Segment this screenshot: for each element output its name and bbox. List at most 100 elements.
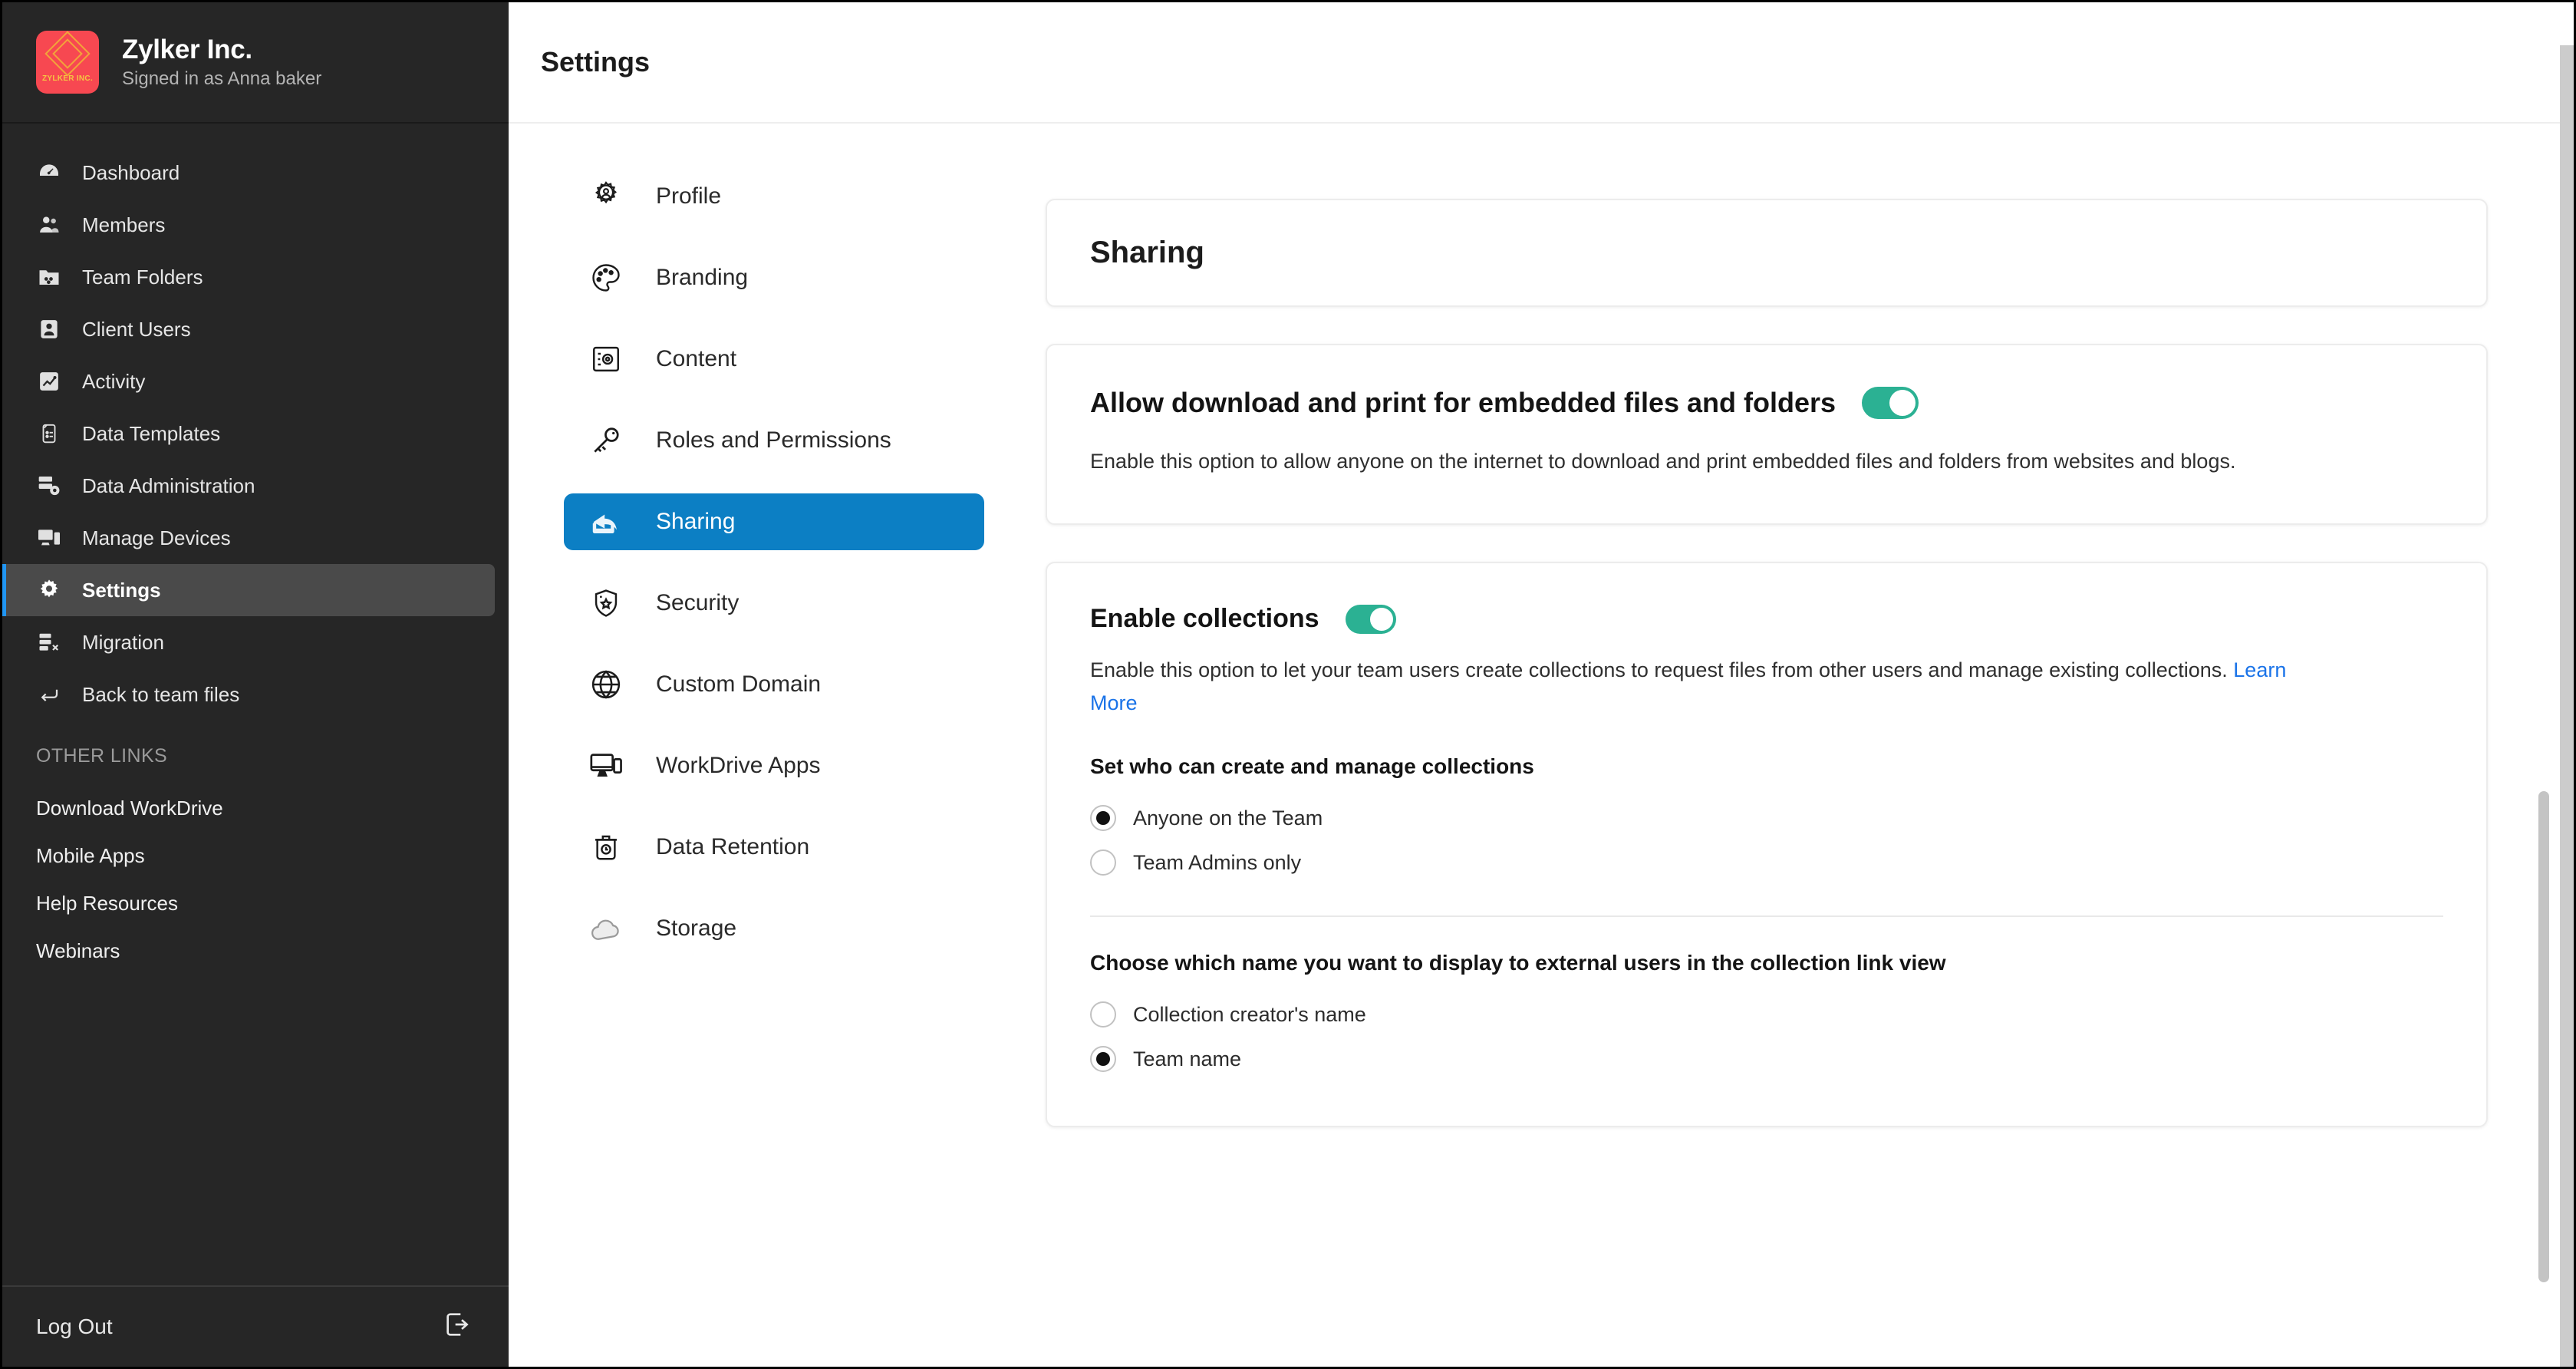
collections-description-text: Enable this option to let your team user…: [1090, 658, 2234, 681]
link-label: Help Resources: [36, 891, 178, 915]
sidebar-item-label: Migration: [82, 630, 164, 654]
main-sidebar: ZYLKER INC. Zylker Inc. Signed in as Ann…: [2, 2, 509, 1367]
client-users-icon: [36, 316, 62, 342]
activity-icon: [36, 368, 62, 394]
settings-tab-branding[interactable]: Branding: [564, 249, 984, 306]
radio-anyone-on-the-team[interactable]: Anyone on the Team: [1090, 796, 2443, 840]
sidebar-item-data-templates[interactable]: Data Templates: [2, 407, 495, 460]
key-icon: [588, 424, 624, 457]
settings-tab-workdrive-apps[interactable]: WorkDrive Apps: [564, 737, 984, 794]
download-print-toggle[interactable]: [1862, 387, 1919, 419]
dashboard-icon: [36, 160, 62, 186]
sidebar-item-label: Dashboard: [82, 160, 180, 184]
settings-tab-label: Roles and Permissions: [656, 427, 891, 453]
sidebar-item-migration[interactable]: Migration: [2, 616, 495, 668]
settings-tab-label: Data Retention: [656, 833, 810, 859]
radio-button[interactable]: [1090, 1001, 1116, 1028]
settings-tab-security[interactable]: Security: [564, 575, 984, 632]
logout-label: Log Out: [36, 1315, 113, 1338]
sidebar-link-webinars[interactable]: Webinars: [2, 927, 509, 975]
settings-subnav: Profile Branding Content Roles and Permi…: [509, 124, 1015, 1367]
shield-star-icon: [588, 587, 624, 619]
download-print-title: Allow download and print for embedded fi…: [1090, 387, 1836, 419]
settings-tab-label: WorkDrive Apps: [656, 752, 821, 778]
radio-team-name[interactable]: Team name: [1090, 1037, 2443, 1081]
sidebar-item-activity[interactable]: Activity: [2, 355, 495, 407]
radio-button[interactable]: [1090, 849, 1116, 876]
page-title: Settings: [541, 46, 651, 78]
palette-icon: [588, 261, 624, 295]
sidebar-link-mobile-apps[interactable]: Mobile Apps: [2, 832, 509, 879]
page-header: Settings: [509, 2, 2574, 124]
data-templates-icon: [36, 421, 62, 447]
collections-title: Enable collections: [1090, 604, 1319, 634]
other-links-heading: OTHER LINKS: [36, 745, 168, 767]
section-divider: [1090, 915, 2443, 918]
sidebar-item-client-users[interactable]: Client Users: [2, 303, 495, 355]
settings-tab-label: Profile: [656, 183, 722, 209]
settings-tab-sharing[interactable]: Sharing: [564, 493, 984, 550]
primary-nav: Dashboard Members Team Folders Client Us…: [2, 124, 509, 721]
sidebar-item-label: Client Users: [82, 317, 191, 341]
team-folders-icon: [36, 264, 62, 290]
download-print-description: Enable this option to allow anyone on th…: [1090, 450, 2236, 473]
download-print-card: Allow download and print for embedded fi…: [1046, 344, 2488, 525]
sidebar-link-download-workdrive[interactable]: Download WorkDrive: [2, 784, 509, 832]
settings-tab-label: Branding: [656, 264, 749, 290]
sharing-title-card: Sharing: [1046, 199, 2488, 307]
body-area: Profile Branding Content Roles and Permi…: [509, 124, 2574, 1367]
sidebar-item-settings[interactable]: Settings: [2, 564, 495, 616]
sidebar-item-dashboard[interactable]: Dashboard: [2, 147, 495, 199]
settings-tab-label: Storage: [656, 915, 737, 941]
sidebar-item-label: Data Templates: [82, 421, 221, 445]
radio-label: Anyone on the Team: [1133, 806, 1323, 830]
migration-icon: [36, 629, 62, 655]
members-icon: [36, 212, 62, 238]
sidebar-item-team-folders[interactable]: Team Folders: [2, 251, 495, 303]
settings-tab-content[interactable]: Content: [564, 331, 984, 388]
settings-tab-profile[interactable]: Profile: [564, 168, 984, 225]
share-icon: [588, 505, 624, 539]
toggle-knob: [1889, 390, 1916, 416]
radio-team-admins-only[interactable]: Team Admins only: [1090, 840, 2443, 885]
download-print-header: Allow download and print for embedded fi…: [1090, 387, 2443, 419]
signed-in-as: Signed in as Anna baker: [122, 68, 322, 89]
sidebar-item-members[interactable]: Members: [2, 199, 495, 251]
logout-button[interactable]: Log Out: [2, 1285, 509, 1367]
radio-button[interactable]: [1090, 1046, 1116, 1073]
settings-tab-label: Security: [656, 589, 740, 615]
display-name-heading: Choose which name you want to display to…: [1090, 951, 1946, 975]
settings-content: Sharing Allow download and print for emb…: [1015, 124, 2574, 1367]
settings-tab-storage[interactable]: Storage: [564, 900, 984, 957]
sharing-heading: Sharing: [1090, 236, 1204, 269]
collections-description: Enable this option to let your team user…: [1090, 654, 2317, 721]
zylker-logo: ZYLKER INC.: [36, 31, 99, 94]
diamond-icon: [44, 31, 91, 77]
settings-tab-roles-and-permissions[interactable]: Roles and Permissions: [564, 412, 984, 469]
trash-clock-icon: [588, 831, 624, 863]
radio-collection-creators-name[interactable]: Collection creator's name: [1090, 992, 2443, 1037]
radio-button[interactable]: [1090, 805, 1116, 832]
toggle-knob: [1369, 607, 1393, 631]
sidebar-link-help-resources[interactable]: Help Resources: [2, 879, 509, 927]
sidebar-item-data-administration[interactable]: Data Administration: [2, 460, 495, 512]
collections-header: Enable collections: [1090, 604, 2443, 634]
application-window: ZYLKER INC. Zylker Inc. Signed in as Ann…: [0, 0, 2576, 1369]
devices-icon: [588, 748, 624, 783]
settings-tab-custom-domain[interactable]: Custom Domain: [564, 656, 984, 713]
content-scrollbar-thumb[interactable]: [2538, 791, 2549, 1282]
org-name: Zylker Inc.: [122, 35, 252, 64]
page-scrollbar[interactable]: [2560, 45, 2574, 1367]
brand-header[interactable]: ZYLKER INC. Zylker Inc. Signed in as Ann…: [2, 2, 509, 124]
sidebar-item-manage-devices[interactable]: Manage Devices: [2, 512, 495, 564]
link-label: Webinars: [36, 939, 120, 962]
collections-toggle[interactable]: [1345, 604, 1396, 634]
sidebar-item-label: Team Folders: [82, 265, 203, 289]
right-pane: Settings Profile Branding Content Roles …: [509, 2, 2574, 1367]
radio-label: Collection creator's name: [1133, 1002, 1366, 1026]
globe-icon: [588, 668, 624, 701]
sidebar-item-back-to-team-files[interactable]: Back to team files: [2, 668, 495, 721]
radio-label: Team name: [1133, 1047, 1242, 1070]
back-arrow-icon: [36, 681, 62, 708]
settings-tab-data-retention[interactable]: Data Retention: [564, 819, 984, 876]
